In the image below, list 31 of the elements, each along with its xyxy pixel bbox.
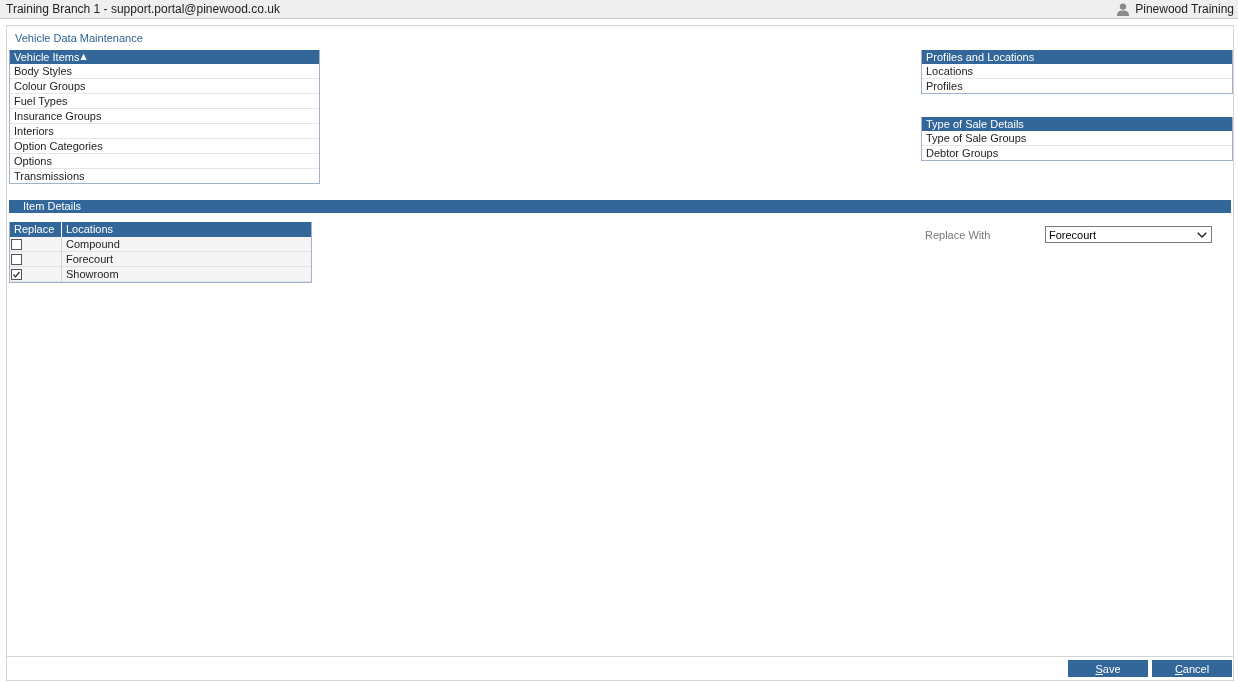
table-cell: Forecourt (61, 252, 311, 267)
replace-with-label: Replace With (925, 228, 992, 241)
table-cell: Showroom (61, 267, 311, 282)
page-title: Vehicle Data Maintenance (14, 31, 144, 46)
replace-with-dropdown[interactable]: Forecourt (1045, 226, 1212, 243)
user-icon (1117, 2, 1130, 16)
column-header[interactable]: Replace (10, 222, 61, 237)
chevron-down-icon (1197, 231, 1207, 238)
checkbox[interactable] (11, 268, 22, 280)
list-item[interactable]: Fuel Types (10, 94, 319, 109)
table-cell: Compound (61, 237, 311, 252)
checkbox[interactable] (11, 253, 22, 265)
action-button[interactable]: Cancel (1152, 660, 1232, 677)
panel-title: Profiles and Locations (926, 50, 1035, 64)
column-header[interactable]: Locations (61, 222, 311, 237)
section-title: Item Details (23, 200, 82, 212)
branch-title: Training Branch 1 - support.portal@pinewood.co.uk (6, 2, 280, 16)
panel-title[interactable]: Vehicle Items (14, 50, 80, 64)
list-item[interactable]: Locations (922, 64, 1232, 79)
list-item[interactable]: Colour Groups (10, 79, 319, 94)
list-item[interactable]: Options (10, 154, 319, 169)
user-name: Pinewood Training (1135, 2, 1234, 16)
list-item[interactable]: Interiors (10, 124, 319, 139)
checkbox[interactable] (11, 238, 22, 250)
panel-title: Type of Sale Details (926, 117, 1024, 131)
list-item[interactable]: Insurance Groups (10, 109, 319, 124)
list-item[interactable]: Option Categories (10, 139, 319, 154)
action-button[interactable]: Save (1068, 660, 1148, 677)
list-item[interactable]: Type of Sale Groups (922, 131, 1232, 146)
sort-arrow-icon[interactable]: ▲ (80, 50, 87, 64)
list-item[interactable]: Body Styles (10, 64, 319, 79)
